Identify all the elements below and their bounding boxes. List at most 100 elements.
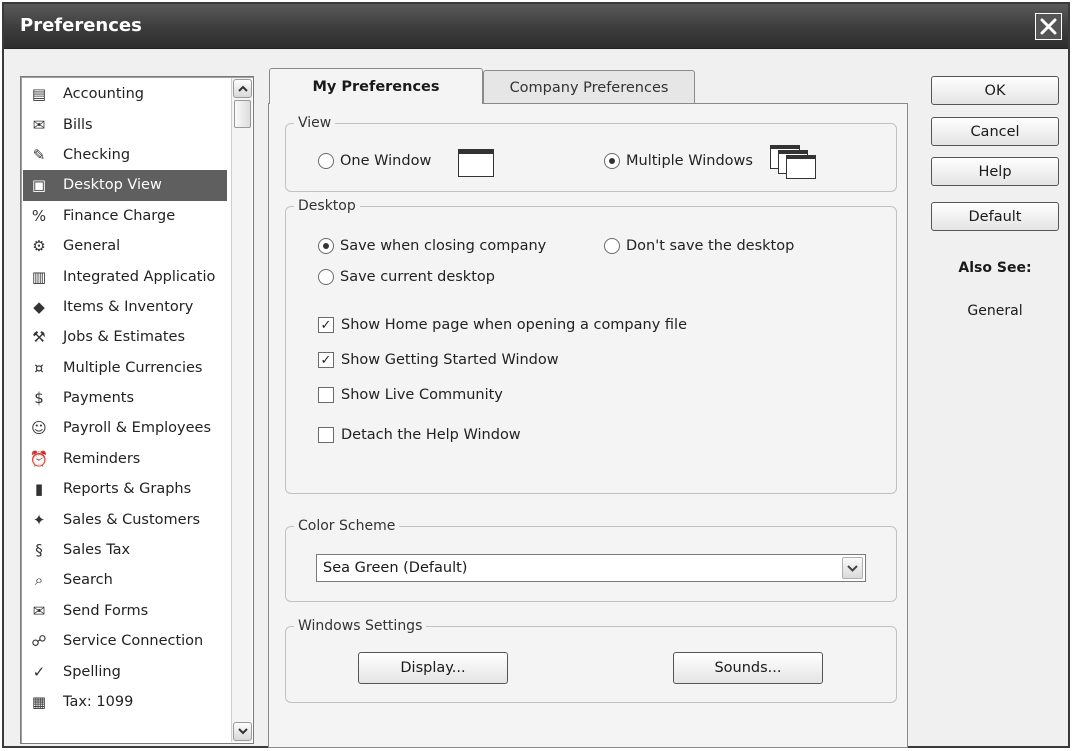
sidebar-item-sales-tax[interactable]: § Sales Tax (23, 535, 227, 565)
sidebar-item-payments[interactable]: $ Payments (23, 383, 227, 413)
scroll-thumb[interactable] (234, 100, 251, 128)
one-window-radio-dot[interactable] (318, 153, 334, 169)
help-button[interactable]: Help (931, 157, 1059, 186)
desktop-group: Desktop Save when closing company Don't … (285, 198, 897, 494)
sidebar-item-label: Items & Inventory (63, 298, 194, 315)
display-button[interactable]: Display... (358, 652, 508, 684)
sidebar-item-label: Payments (63, 390, 135, 407)
sidebar-item-bills[interactable]: ✉ Bills (23, 109, 227, 139)
reports-icon: ▮ (34, 480, 44, 499)
save-current-desktop-radio-dot[interactable] (318, 269, 334, 285)
save-current-desktop-radio[interactable]: Save current desktop (318, 269, 495, 285)
windows-settings-group: Windows Settings Display... Sounds... (285, 618, 897, 703)
cancel-button[interactable]: Cancel (931, 117, 1059, 146)
sidebar-item-accounting[interactable]: ▤ Accounting (23, 79, 227, 109)
jobs-icon: ⚒ (32, 328, 46, 347)
display-button-label: Display... (400, 660, 466, 676)
ok-button[interactable]: OK (931, 76, 1059, 105)
multiple-windows-label: Multiple Windows (626, 153, 753, 169)
sidebar-item-checking[interactable]: ✎ Checking (23, 140, 227, 170)
sidebar-item-label: Sales Tax (63, 542, 131, 559)
sidebar-item-label: Payroll & Employees (63, 420, 212, 437)
show-live-community-checkbox-box[interactable] (318, 387, 334, 403)
sidebar-item-label: General (63, 238, 121, 255)
sidebar-item-label: Desktop View (63, 177, 162, 194)
sidebar-item-send-forms[interactable]: ✉ Send Forms (23, 596, 227, 626)
sidebar-item-sales-customers[interactable]: ✦ Sales & Customers (23, 504, 227, 534)
sidebar-item-multiple-currencies[interactable]: ¤ Multiple Currencies (23, 353, 227, 383)
tax-form-icon: ▦ (31, 693, 47, 711)
window-title: Preferences (20, 15, 142, 36)
desktop-legend: Desktop (298, 198, 356, 214)
reminders-icon: ⏰ (29, 449, 49, 468)
dont-save-desktop-radio[interactable]: Don't save the desktop (604, 238, 794, 254)
sidebar-item-label: Multiple Currencies (63, 359, 203, 376)
sidebar-item-items-inventory[interactable]: ◆ Items & Inventory (23, 292, 227, 322)
detach-help-window-checkbox[interactable]: Detach the Help Window (318, 427, 521, 443)
show-getting-started-checkbox[interactable]: ✓ Show Getting Started Window (318, 352, 559, 368)
multiple-windows-radio[interactable]: Multiple Windows (604, 153, 753, 169)
close-button[interactable] (1035, 13, 1062, 40)
sidebar-item-integrated-applicatio[interactable]: ▥ Integrated Applicatio (23, 261, 227, 291)
save-current-desktop-label: Save current desktop (340, 269, 495, 285)
default-button[interactable]: Default (931, 202, 1059, 231)
sidebar-item-general[interactable]: ⚙ General (23, 231, 227, 261)
desktop-view-icon: ▣ (31, 176, 47, 195)
color-scheme-select[interactable]: Sea Green (Default) (316, 554, 866, 582)
multiple-windows-radio-dot[interactable] (604, 153, 620, 169)
save-when-closing-radio[interactable]: Save when closing company (318, 238, 546, 254)
save-when-closing-label: Save when closing company (340, 238, 547, 254)
sidebar-item-payroll-employees[interactable]: ☺ Payroll & Employees (23, 413, 227, 443)
sales-icon: ✦ (32, 510, 46, 529)
ledger-icon: ▤ (31, 85, 47, 104)
show-live-community-label: Show Live Community (341, 387, 503, 403)
sidebar-item-search[interactable]: ⌕ Search (23, 565, 227, 595)
category-list-scrollbar[interactable] (231, 78, 252, 742)
sidebar-item-label: Service Connection (63, 633, 204, 650)
sounds-button[interactable]: Sounds... (673, 652, 823, 684)
view-legend: View (298, 115, 332, 131)
sidebar-item-service-connection[interactable]: ☍ Service Connection (23, 626, 227, 656)
tab-company-preferences[interactable]: Company Preferences (483, 70, 695, 104)
tab-my-preferences[interactable]: My Preferences (269, 68, 483, 104)
preferences-dialog: Preferences ▤ Accounting ✉ Bills ✎ Checking ▣ D… (2, 2, 1070, 748)
one-window-radio[interactable]: One Window (318, 153, 431, 169)
show-home-page-checkbox[interactable]: ✓ Show Home page when opening a company … (318, 317, 687, 333)
scroll-up-button[interactable] (233, 79, 252, 98)
color-scheme-legend: Color Scheme (298, 518, 396, 534)
scroll-down-button[interactable] (233, 722, 252, 741)
sidebar-item-label: Tax: 1099 (63, 694, 134, 710)
currencies-icon: ¤ (34, 358, 44, 377)
send-forms-icon: ✉ (32, 601, 46, 620)
sidebar-item-label: Sales & Customers (63, 511, 201, 528)
sidebar-item-jobs-estimates[interactable]: ⚒ Jobs & Estimates (23, 322, 227, 352)
show-getting-started-checkbox-box[interactable]: ✓ (318, 352, 334, 368)
title-bar[interactable]: Preferences (4, 4, 1068, 49)
sidebar-item-desktop-view[interactable]: ▣ Desktop View (23, 170, 227, 201)
also-see-general-link[interactable]: General (931, 303, 1059, 319)
chevron-down-icon (847, 564, 858, 572)
sidebar-item-label: Search (63, 572, 113, 589)
sidebar-item-reminders[interactable]: ⏰ Reminders (23, 444, 227, 474)
windows-settings-legend: Windows Settings (298, 618, 423, 634)
dont-save-desktop-radio-dot[interactable] (604, 238, 620, 254)
sidebar-item-reports-graphs[interactable]: ▮ Reports & Graphs (23, 474, 227, 504)
sidebar-item-label: Accounting (63, 86, 144, 103)
detach-help-window-checkbox-box[interactable] (318, 427, 334, 443)
sidebar-item-finance-charge[interactable]: % Finance Charge (23, 201, 227, 231)
sidebar-item-spelling[interactable]: ✓ Spelling (23, 656, 227, 686)
color-scheme-group: Color Scheme Sea Green (Default) (285, 518, 897, 602)
sidebar-item-tax-1099[interactable]: ▦ Tax: 1099 (23, 687, 227, 717)
save-when-closing-radio-dot[interactable] (318, 238, 334, 254)
sidebar-item-label: Spelling (63, 663, 121, 680)
one-window-label: One Window (340, 153, 432, 169)
sidebar-item-label: Finance Charge (63, 207, 176, 224)
color-scheme-value: Sea Green (Default) (323, 560, 468, 576)
show-home-page-checkbox-box[interactable]: ✓ (318, 317, 334, 333)
preferences-category-list[interactable]: ▤ Accounting ✉ Bills ✎ Checking ▣ Desktop View%… (20, 76, 254, 744)
show-live-community-checkbox[interactable]: Show Live Community (318, 387, 503, 403)
payroll-icon: ☺ (31, 419, 47, 438)
inventory-icon: ◆ (33, 297, 45, 316)
sales-tax-icon: § (35, 541, 43, 560)
color-scheme-dropdown-button[interactable] (842, 557, 863, 579)
